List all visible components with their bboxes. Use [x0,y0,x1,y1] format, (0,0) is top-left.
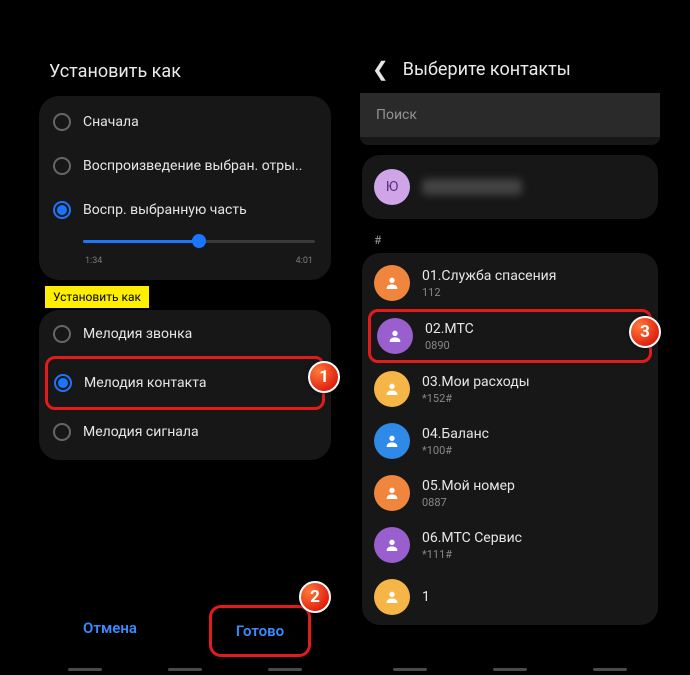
contact-name: 1 [422,589,430,605]
set-as-card: Мелодия звонка Мелодия контакта 1 Мелоди… [39,310,331,460]
page-title: Установить как [35,35,335,96]
contact-name: 06.МТС Сервис [422,530,522,546]
slider-knob[interactable] [192,234,206,248]
search-input[interactable]: Поиск [360,93,660,137]
contact-number: *100# [422,444,489,457]
contact-melody-highlight: Мелодия контакта 1 [45,356,325,410]
play-selected-part-option[interactable]: Воспр. выбранную часть [47,188,323,232]
option-label: Воспроизведение выбран. отры.. [83,158,302,174]
option-label: Мелодия сигнала [83,424,199,440]
radio-icon [53,201,71,219]
page-title: Выберите контакты [403,59,571,80]
android-nav-bar [35,668,335,671]
back-icon[interactable]: ❮ [372,57,389,81]
contact-melody-option[interactable]: Мелодия контакта [48,361,322,405]
contact-name: 03.Мои расходы [422,374,530,390]
recent-contact-card: Ю [362,155,658,219]
radio-icon [53,423,71,441]
recent-contact[interactable]: Ю [362,159,658,215]
contact-number: *111# [422,548,522,561]
left-screen: Установить как Сначала Воспроизведение в… [35,35,335,675]
contact-row-highlighted[interactable]: 02.МТС0890 3 [368,309,652,363]
contact-number: 0887 [422,496,515,509]
avatar [374,527,410,563]
contact-number: 112 [422,286,556,299]
cancel-button[interactable]: Отмена [35,605,185,657]
contact-row[interactable]: 1 [362,571,658,623]
done-button[interactable]: Готово [209,605,311,657]
set-as-badge: Установить как [45,286,149,308]
play-from-start-option[interactable]: Сначала [47,100,323,144]
avatar [374,475,410,511]
option-label: Мелодия контакта [84,375,206,391]
contact-name: 01.Служба спасения [422,268,556,284]
avatar: Ю [374,169,410,205]
radio-icon [54,374,72,392]
avatar [374,265,410,301]
step-badge-2: 2 [299,581,331,613]
avatar [374,371,410,407]
time-start: 1:34 [85,256,102,266]
time-end: 4:01 [296,256,313,266]
contact-row[interactable]: 06.МТС Сервис *111# [362,519,658,571]
right-screen: ❮ Выберите контакты Поиск Ю # 01.Служба … [360,35,660,675]
contact-row[interactable]: 01.Служба спасения 112 [362,257,658,309]
contact-name: 05.Мой номер [422,478,515,494]
blurred-name [422,179,522,195]
radio-icon [53,325,71,343]
alarm-melody-option[interactable]: Мелодия сигнала [47,410,323,454]
section-header: # [360,229,660,253]
radio-icon [53,157,71,175]
contact-row[interactable]: 04.Баланс *100# [362,415,658,467]
play-selected-clip-option[interactable]: Воспроизведение выбран. отры.. [47,144,323,188]
previous-card-peek [360,137,660,145]
contact-row[interactable]: 03.Мои расходы *152# [362,363,658,415]
avatar [374,579,410,615]
contact-name: 02.МТС [425,321,474,337]
step-badge-3: 3 [629,316,661,348]
footer-buttons: Отмена Готово 2 [35,605,335,657]
option-label: Мелодия звонка [83,326,192,342]
contact-number: *152# [422,392,530,405]
contact-number: 0890 [425,339,474,352]
playback-slider[interactable]: 1:34 4:01 [47,232,323,266]
option-label: Сначала [83,114,139,130]
avatar [377,318,413,354]
contacts-list: 01.Служба спасения 112 02.МТС 0890 3 03.Мо… [362,253,658,625]
step-badge-1: 1 [308,361,340,393]
android-nav-bar [360,668,660,671]
contact-name: 04.Баланс [422,426,489,442]
radio-icon [53,113,71,131]
option-label: Воспр. выбранную часть [83,202,247,218]
avatar [374,423,410,459]
contact-row[interactable]: 05.Мой номер 0887 [362,467,658,519]
playback-card: Сначала Воспроизведение выбран. отры.. В… [39,96,331,280]
ringtone-option[interactable]: Мелодия звонка [47,312,323,356]
